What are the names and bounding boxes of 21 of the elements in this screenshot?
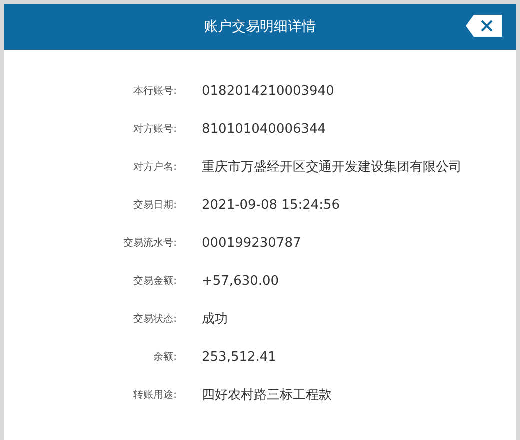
close-button[interactable] xyxy=(466,15,502,37)
field-label: 交易流水号: xyxy=(122,236,177,250)
field-label: 交易状态: xyxy=(132,312,177,326)
window-title: 账户交易明细详情 xyxy=(204,18,316,36)
field-value: 成功 xyxy=(202,311,228,328)
field-label: 对方户名: xyxy=(132,160,177,174)
field-value: 810101040006344 xyxy=(202,122,326,136)
field-value: 四好农村路三标工程款 xyxy=(202,387,332,404)
field-value: 000199230787 xyxy=(202,236,302,250)
field-value: 253,512.41 xyxy=(202,350,276,364)
close-icon xyxy=(480,19,494,33)
field-value: +57,630.00 xyxy=(202,274,280,288)
field-label: 交易日期: xyxy=(132,198,177,212)
field-value: 2021-09-08 15:24:56 xyxy=(202,198,340,212)
field-label: 交易金额: xyxy=(132,274,177,288)
field-label: 对方账号: xyxy=(132,122,177,136)
field-label: 转账用途: xyxy=(132,388,177,402)
field-value: 重庆市万盛经开区交通开发建设集团有限公司 xyxy=(202,159,462,176)
field-value: 0182014210003940 xyxy=(202,84,334,98)
field-label: 余额: xyxy=(152,350,177,364)
field-label: 本行账号: xyxy=(132,84,177,98)
